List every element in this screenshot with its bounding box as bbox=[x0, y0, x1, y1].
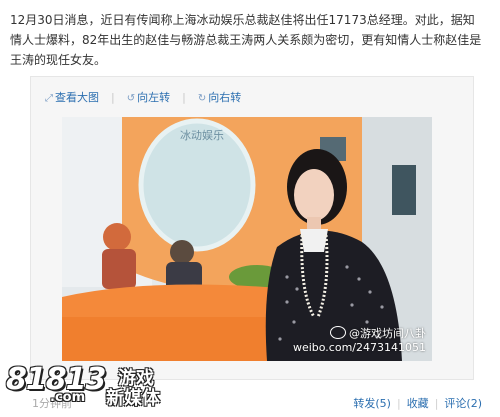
post-photo[interactable]: 冰动娱乐 @游戏坊间八卦 weibo.com/2473141051 bbox=[62, 117, 432, 361]
rotate-right-icon: ↻ bbox=[197, 93, 207, 104]
divider: | bbox=[396, 397, 401, 410]
rotate-right-link[interactable]: ↻ 向右转 bbox=[198, 89, 241, 105]
weibo-eye-icon bbox=[330, 326, 346, 339]
divider: | bbox=[182, 91, 186, 104]
rotate-left-link[interactable]: ↺ 向左转 bbox=[127, 89, 170, 105]
divider: | bbox=[434, 397, 439, 410]
divider: | bbox=[111, 91, 115, 104]
photo-illustration: 冰动娱乐 bbox=[62, 117, 432, 361]
sign-text: 冰动娱乐 bbox=[180, 128, 224, 142]
site-logo-cn-line2: 新媒体 bbox=[106, 388, 160, 409]
photo-watermark: @游戏坊间八卦 weibo.com/2473141051 bbox=[292, 326, 426, 354]
rotate-left-icon: ↺ bbox=[126, 93, 136, 104]
post-text: 12月30日消息，近日有传闻称上海冰动娱乐总裁赵佳将出任17173总经理。对此，… bbox=[10, 13, 482, 67]
site-logo-watermark: 81813 .com 游戏 新媒体 bbox=[6, 360, 181, 412]
expand-icon: ⤢ bbox=[45, 93, 53, 104]
repost-button[interactable]: 转发(5) bbox=[353, 397, 391, 410]
media-expanded-box: ⤢ 查看大图 | ↺ 向左转 | ↻ 向右转 冰动娱乐 @游戏坊间八卦 weib… bbox=[30, 76, 474, 380]
comment-button[interactable]: 评论(2) bbox=[444, 397, 482, 410]
post-actions: 转发(5) | 收藏 | 评论(2) bbox=[353, 395, 482, 411]
favorite-button[interactable]: 收藏 bbox=[407, 397, 429, 410]
view-large-link[interactable]: ⤢ 查看大图 bbox=[45, 89, 99, 105]
site-logo-domain: .com bbox=[50, 390, 86, 405]
media-toolbar: ⤢ 查看大图 | ↺ 向左转 | ↻ 向右转 bbox=[45, 89, 253, 105]
